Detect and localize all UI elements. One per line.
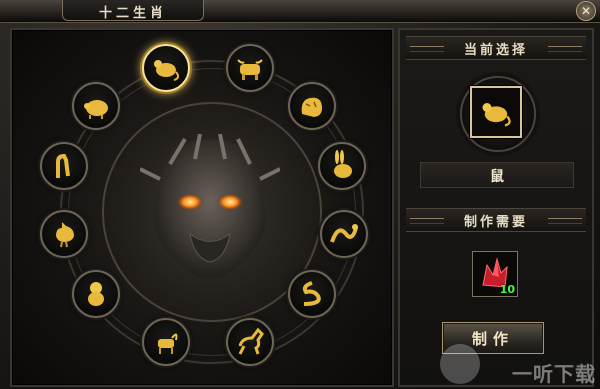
zodiac-snake-button[interactable] [288,270,336,318]
close-button[interactable]: ✕ [576,1,596,21]
zodiac-wheel-panel [10,28,394,387]
title-bar: 十二生肖 ✕ [0,0,600,23]
dragon-emblem [140,134,280,280]
zodiac-dragon-button[interactable] [320,210,368,258]
current-selection-header: 当前选择 [406,36,586,60]
detail-panel: 当前选择 鼠 制作需要 10 制作 [398,28,594,387]
window-title: 十二生肖 [98,6,167,21]
rooster-icon [56,222,74,248]
dog-icon [56,153,70,178]
horse-icon [238,327,264,355]
watermark: 一听下载 [512,362,596,386]
material-count: 10 [499,283,515,296]
zodiac-rooster-button[interactable] [40,210,88,258]
goat-icon [158,333,178,354]
zodiac-window: 十二生肖 ✕ 当前选择 鼠 制作需要 10 制作 一听下载 [0,0,600,389]
monkey-icon [88,282,104,306]
snake-icon [302,281,321,306]
title-plate: 十二生肖 [62,0,204,21]
selected-zodiac-slot [470,86,522,138]
rabbit-icon [334,150,352,178]
selected-zodiac-name: 鼠 [490,169,504,185]
zodiac-dog-button[interactable] [40,142,88,190]
tiger-icon [301,97,322,117]
header-ornament [548,46,582,52]
dragon-icon [330,224,358,243]
zodiac-tiger-button[interactable] [288,82,336,130]
watermark-logo [440,344,480,384]
rat-icon [154,60,180,81]
requirements-header: 制作需要 [406,208,586,232]
zodiac-pig-button[interactable] [72,82,120,130]
ox-icon [237,59,263,80]
zodiac-rabbit-button[interactable] [318,142,366,190]
zodiac-rat-button[interactable] [142,44,190,92]
pig-icon [84,100,108,119]
header-ornament [548,218,582,224]
zodiac-monkey-button[interactable] [72,270,120,318]
zodiac-goat-button[interactable] [142,318,190,366]
selected-name-plate: 鼠 [420,162,574,188]
zodiac-horse-button[interactable] [226,318,274,366]
rat-icon [482,103,511,127]
zodiac-ox-button[interactable] [226,44,274,92]
required-material-slot[interactable]: 10 [472,251,518,297]
